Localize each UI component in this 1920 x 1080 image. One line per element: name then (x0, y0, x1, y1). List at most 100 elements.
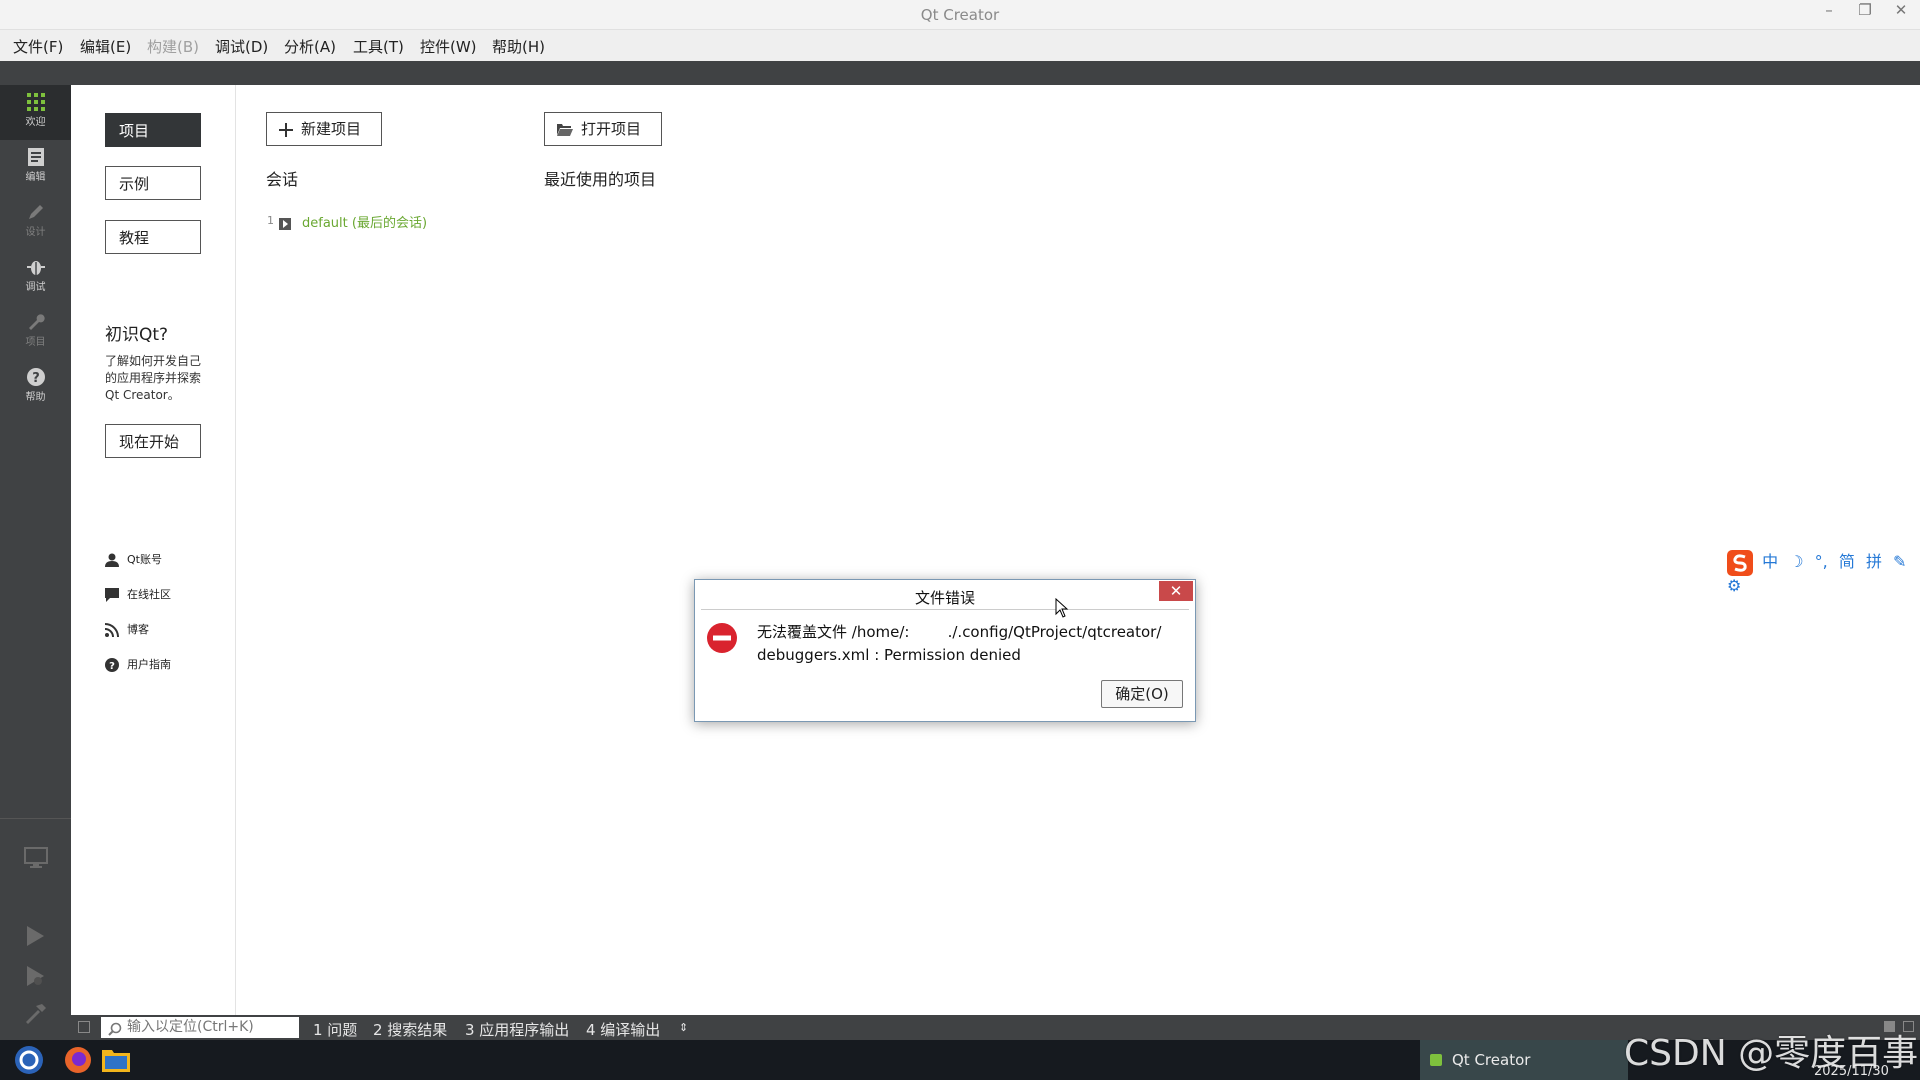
ime-toolbar: 中 ☽ °, 简 拼 ✎ ⚙ (1727, 548, 1920, 595)
intro-title: 初识Qt? (105, 325, 169, 345)
taskbar-qt-creator[interactable]: Qt Creator (1420, 1040, 1628, 1080)
bug-icon (26, 261, 45, 275)
firefox-launcher[interactable] (64, 1046, 92, 1078)
menu-debug[interactable]: 调试(D) (215, 36, 268, 57)
search-icon (108, 1021, 122, 1040)
ime-pinyin-toggle[interactable]: 拼 (1866, 552, 1882, 571)
sogou-logo-icon (1727, 549, 1753, 576)
dialog-close-button[interactable]: ✕ (1159, 581, 1193, 601)
mode-help[interactable]: ? 帮助 (0, 360, 71, 415)
firefox-icon (65, 1047, 91, 1073)
debug-run-button[interactable] (25, 965, 45, 991)
link-label: Qt账号 (127, 553, 162, 566)
open-project-label: 打开项目 (581, 120, 642, 138)
help-icon: ? (105, 658, 119, 672)
mouse-cursor-icon (1055, 597, 1069, 622)
get-started-button[interactable]: 现在开始 (105, 424, 201, 458)
menu-edit[interactable]: 编辑(E) (80, 36, 131, 57)
ime-simplified-toggle[interactable]: 简 (1839, 552, 1855, 571)
mode-selector: 欢迎 编辑 设计 调试 项目 ? 帮助 (0, 85, 71, 1040)
restore-button[interactable]: ❐ (1848, 0, 1882, 22)
files-launcher[interactable] (102, 1048, 130, 1076)
new-project-button[interactable]: 新建项目 (266, 112, 383, 146)
file-error-dialog: 文件错误 ✕ 无法覆盖文件 /home/: ./.config/QtProjec… (694, 579, 1196, 722)
ime-moon-icon[interactable]: ☽ (1789, 552, 1803, 571)
menu-help[interactable]: 帮助(H) (492, 36, 545, 57)
link-blog[interactable]: 博客 (104, 620, 149, 640)
folder-open-icon (557, 124, 573, 136)
mode-label: 编辑 (25, 172, 46, 183)
dialog-divider (701, 609, 1189, 610)
ime-punct-toggle[interactable]: °, (1815, 552, 1828, 571)
tab-issues[interactable]: 1 问题 (313, 1019, 357, 1040)
tab-compile-output[interactable]: 4 编译输出 (586, 1019, 660, 1040)
intro-text-line: 了解如何开发自己 (105, 354, 202, 368)
build-button[interactable] (25, 1003, 47, 1029)
minimize-button[interactable]: – (1812, 0, 1846, 22)
chat-icon (105, 588, 119, 602)
mode-label: 设计 (25, 227, 46, 238)
recent-projects-heading: 最近使用的项目 (544, 170, 657, 189)
tab-search-results[interactable]: 2 搜索结果 (373, 1019, 447, 1040)
run-button[interactable] (25, 925, 45, 951)
more-tabs-icon[interactable]: ⇕ (679, 1021, 688, 1034)
menu-analyze[interactable]: 分析(A) (284, 36, 336, 57)
intro-text: 了解如何开发自己 的应用程序并探索 Qt Creator。 (105, 353, 201, 404)
menu-tools[interactable]: 工具(T) (353, 36, 404, 57)
locator-input[interactable]: 输入以定位(Ctrl+K) (101, 1017, 299, 1038)
folder-icon (102, 1050, 130, 1072)
mode-welcome[interactable]: 欢迎 (0, 85, 71, 140)
link-qt-account[interactable]: Qt账号 (105, 550, 162, 570)
svg-text:?: ? (32, 371, 40, 386)
menu-controls[interactable]: 控件(W) (420, 36, 477, 57)
link-community[interactable]: 在线社区 (105, 585, 171, 605)
mode-label: 欢迎 (25, 117, 46, 128)
ok-button[interactable]: 确定(O) (1101, 680, 1183, 708)
mode-label: 调试 (25, 282, 46, 293)
session-expand-icon[interactable] (279, 215, 291, 234)
help-icon: ? (26, 368, 45, 386)
tab-examples[interactable]: 示例 (105, 166, 201, 200)
link-user-guide[interactable]: ? 用户指南 (105, 655, 171, 675)
menu-file[interactable]: 文件(F) (13, 36, 63, 57)
play-icon (27, 926, 44, 946)
close-window-button[interactable]: ✕ (1884, 0, 1918, 22)
tab-projects[interactable]: 项目 (105, 113, 201, 147)
mode-debug[interactable]: 调试 (0, 250, 71, 305)
title-bar: Qt Creator – ❐ ✕ (0, 0, 1920, 30)
open-project-button[interactable]: 打开项目 (544, 112, 663, 146)
ime-chinese-toggle[interactable]: 中 (1762, 552, 1778, 571)
mode-design[interactable]: 设计 (0, 195, 71, 250)
start-menu-button[interactable] (14, 1045, 44, 1079)
toolbar-strip (0, 61, 1920, 85)
session-index: 1 (267, 214, 274, 227)
watermark: CSDN @零度百事 (1624, 1033, 1919, 1074)
link-label: 用户指南 (127, 658, 171, 671)
mode-projects[interactable]: 项目 (0, 305, 71, 360)
new-project-label: 新建项目 (301, 120, 362, 138)
window-title: Qt Creator (920, 6, 1000, 24)
tab-application-output[interactable]: 3 应用程序输出 (465, 1019, 569, 1040)
session-default-link[interactable]: default (最后的会话) (302, 212, 427, 231)
dialog-title: 文件错误 (914, 589, 975, 607)
mode-edit[interactable]: 编辑 (0, 140, 71, 195)
debug-play-icon (27, 966, 44, 986)
kit-selector[interactable] (24, 847, 48, 873)
tab-tutorials[interactable]: 教程 (105, 220, 201, 254)
welcome-side-panel: 项目 示例 教程 初识Qt? 了解如何开发自己 的应用程序并探索 Qt Crea… (71, 85, 236, 1015)
grid-icon (26, 93, 45, 111)
menu-build[interactable]: 构建(B) (147, 36, 199, 57)
dialog-message-line: debuggers.xml : Permission denied (757, 646, 1021, 664)
wrench-icon (28, 314, 45, 330)
intro-text-line: Qt Creator。 (105, 388, 180, 402)
menu-bar: 文件(F) 编辑(E) 构建(B) 调试(D) 分析(A) 工具(T) 控件(W… (0, 30, 1920, 61)
plus-icon (279, 122, 293, 137)
ime-settings-icon[interactable]: ⚙ (1727, 576, 1741, 595)
hammer-icon (26, 1004, 46, 1024)
monitor-icon (24, 847, 48, 868)
ime-pen-icon[interactable]: ✎ (1893, 552, 1906, 571)
rss-icon (104, 623, 119, 638)
qt-taskbar-icon (1430, 1054, 1442, 1066)
toggle-sidebar-icon[interactable] (78, 1021, 90, 1033)
error-icon (707, 623, 737, 657)
